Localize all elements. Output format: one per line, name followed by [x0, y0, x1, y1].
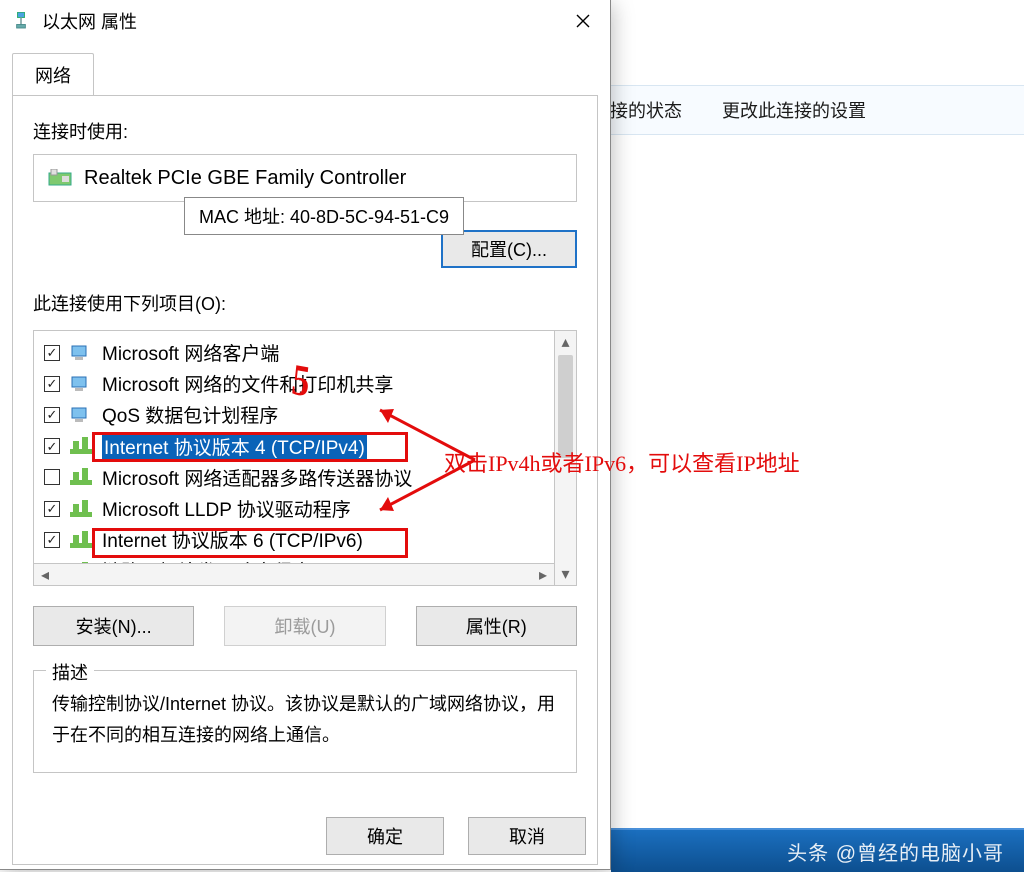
checkbox[interactable]	[44, 407, 60, 423]
client-icon	[70, 406, 92, 424]
bg-toolbar-link-status[interactable]: 接的状态	[610, 97, 682, 123]
tab-network[interactable]: 网络	[12, 53, 94, 96]
protocol-icon	[70, 500, 92, 518]
list-item-label: Microsoft 网络适配器多路传送器协议	[102, 464, 412, 491]
list-item-label: Internet 协议版本 6 (TCP/IPv6)	[102, 526, 363, 553]
titlebar: 以太网 属性	[0, 0, 610, 42]
scroll-down-icon[interactable]: ▾	[555, 563, 576, 585]
properties-button[interactable]: 属性(R)	[416, 606, 577, 646]
list-item-label: Microsoft 网络的文件和打印机共享	[102, 370, 393, 397]
ethernet-icon	[12, 10, 30, 32]
list-item-label: QoS 数据包计划程序	[102, 401, 278, 428]
background-taskbar: 头条 @曾经的电脑小哥	[611, 830, 1024, 872]
scroll-thumb[interactable]	[558, 355, 573, 458]
checkbox[interactable]	[44, 532, 60, 548]
annotation-note: 双击IPv4h或者IPv6，可以查看IP地址	[444, 446, 800, 478]
install-button[interactable]: 安装(N)...	[33, 606, 194, 646]
scroll-up-icon[interactable]: ▴	[555, 331, 576, 353]
tab-panel: 连接时使用: Realtek PCIe GBE Family Controlle…	[12, 95, 598, 865]
bg-toolbar-link-settings[interactable]: 更改此连接的设置	[722, 97, 866, 123]
watermark: 头条 @曾经的电脑小哥	[787, 837, 1004, 866]
cancel-button[interactable]: 取消	[468, 817, 586, 855]
checkbox[interactable]	[44, 376, 60, 392]
list-item[interactable]: Internet 协议版本 6 (TCP/IPv6)	[38, 524, 572, 555]
connect-using-label: 连接时使用:	[33, 118, 577, 144]
client-icon	[70, 344, 92, 362]
close-button[interactable]	[556, 0, 610, 42]
description-legend: 描述	[46, 659, 94, 685]
checkbox[interactable]	[44, 345, 60, 361]
checkbox[interactable]	[44, 469, 60, 485]
protocol-icon	[70, 531, 92, 549]
uninstall-button: 卸载(U)	[224, 606, 385, 646]
list-item-label: Microsoft LLDP 协议驱动程序	[102, 495, 351, 522]
protocol-icon	[70, 468, 92, 486]
checkbox[interactable]	[44, 501, 60, 517]
mac-tooltip: MAC 地址: 40-8D-5C-94-51-C9	[184, 197, 464, 235]
list-item-label: Microsoft 网络客户端	[102, 339, 279, 366]
list-item[interactable]: Microsoft LLDP 协议驱动程序	[38, 493, 572, 524]
tabs-row: 网络	[0, 42, 610, 95]
client-icon	[70, 375, 92, 393]
checkbox[interactable]	[44, 438, 60, 454]
adapter-name: Realtek PCIe GBE Family Controller	[84, 167, 406, 190]
ethernet-properties-dialog: 以太网 属性 网络 连接时使用: Realtek PCIe GBE Family…	[0, 0, 611, 870]
scroll-right-icon[interactable]: ▸	[532, 564, 554, 586]
list-item-label: Internet 协议版本 4 (TCP/IPv4)	[102, 433, 367, 460]
description-text: 传输控制协议/Internet 协议。该协议是默认的广域网络协议，用于在不同的相…	[52, 689, 558, 750]
dialog-title: 以太网 属性	[42, 8, 137, 34]
ok-button[interactable]: 确定	[326, 817, 444, 855]
configure-button[interactable]: 配置(C)...	[441, 230, 577, 268]
items-label: 此连接使用下列项目(O):	[33, 290, 577, 316]
nic-icon	[48, 169, 72, 187]
scroll-left-icon[interactable]: ◂	[34, 564, 56, 586]
description-group: 描述 传输控制协议/Internet 协议。该协议是默认的广域网络协议，用于在不…	[33, 670, 577, 773]
protocol-icon	[70, 437, 92, 455]
adapter-box[interactable]: Realtek PCIe GBE Family Controller MAC 地…	[33, 154, 577, 202]
horizontal-scrollbar[interactable]: ◂ ▸	[34, 563, 554, 585]
